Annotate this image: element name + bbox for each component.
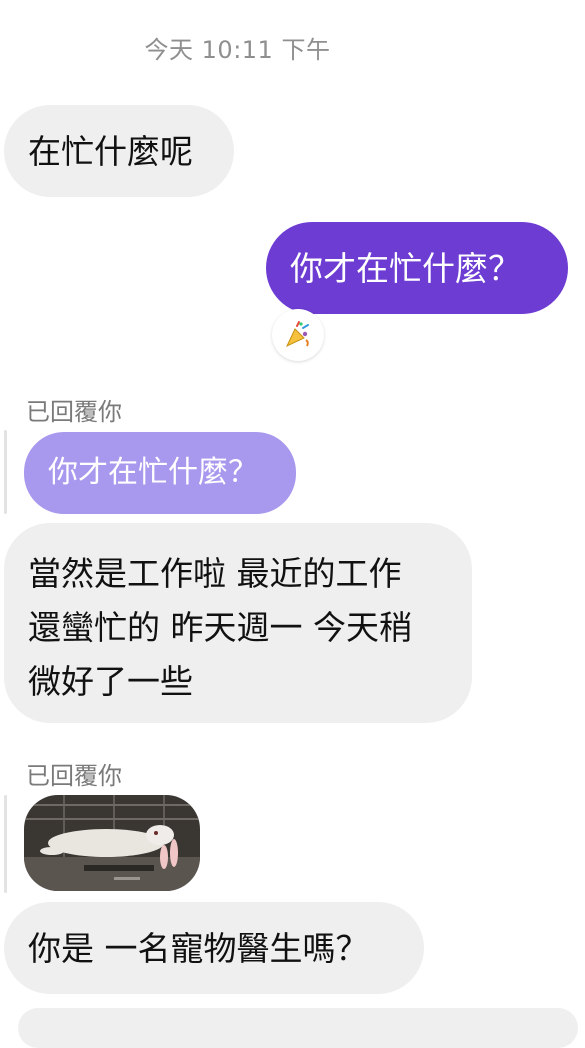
message-text: 在忙什麼呢 (28, 132, 193, 171)
photo-thumbnail-icon (24, 795, 200, 891)
quote-bar (4, 430, 7, 514)
message-timestamp: 今天 10:11 下午 (144, 36, 331, 64)
incoming-message-bubble[interactable]: 在忙什麼呢 (4, 105, 234, 197)
partial-message-bubble[interactable] (18, 1008, 578, 1048)
message-text: 你是 一名寵物醫生嗎？ (28, 929, 369, 968)
message-text-line: 當然是工作啦 最近的工作 (28, 554, 402, 593)
quote-bar (4, 795, 7, 893)
incoming-message-bubble[interactable]: 當然是工作啦 最近的工作 還蠻忙的 昨天週一 今天稍 微好了一些 (4, 523, 472, 723)
message-text: 你才在忙什麼？ (290, 249, 521, 288)
message-text-line: 還蠻忙的 昨天週一 今天稍 (28, 608, 412, 647)
quoted-message-bubble[interactable]: 你才在忙什麼？ (24, 432, 296, 514)
quoted-image[interactable] (24, 795, 200, 891)
reply-label: 已回覆你 (26, 762, 122, 790)
incoming-message-bubble[interactable]: 你是 一名寵物醫生嗎？ (4, 902, 424, 994)
reply-label: 已回覆你 (26, 398, 122, 426)
outgoing-message-bubble[interactable]: 你才在忙什麼？ (266, 222, 568, 314)
reaction-party-popper-icon[interactable] (272, 309, 324, 361)
party-popper-icon (285, 321, 309, 348)
quoted-message-text: 你才在忙什麼？ (48, 455, 258, 490)
message-text-line: 微好了一些 (28, 662, 193, 701)
